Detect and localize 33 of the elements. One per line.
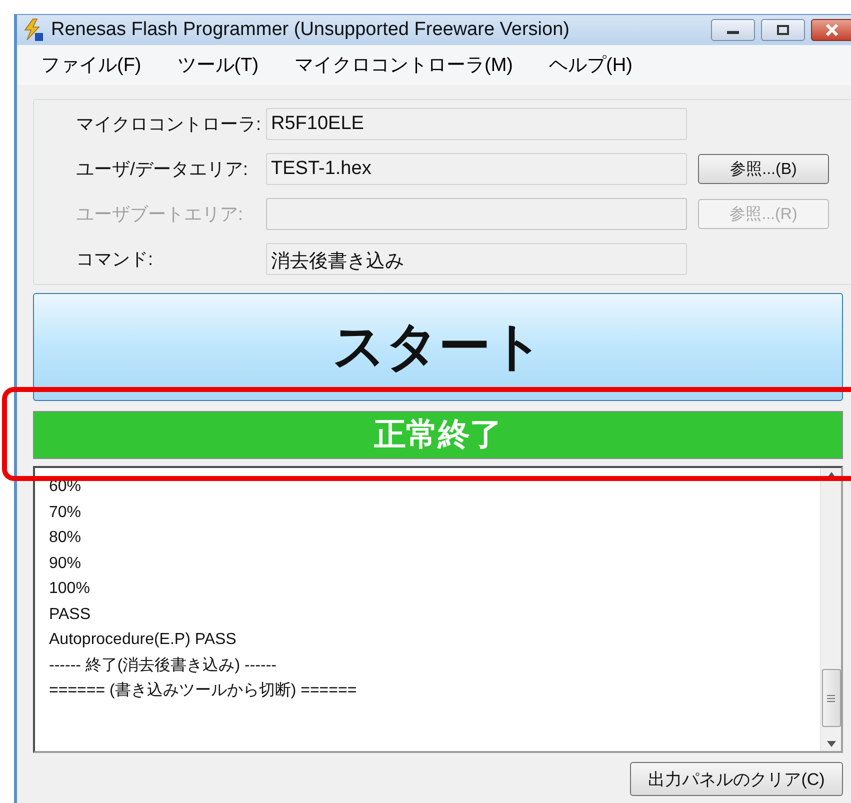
text-field[interactable]: R5F10ELE — [266, 108, 687, 140]
log-line: Autoprocedure(E.P) PASS — [49, 630, 238, 650]
menu-item[interactable]: ファイル(F) — [39, 50, 144, 80]
log-line: ------ 終了(消去後書き込み) ------ — [49, 656, 278, 676]
log-line: 90% — [49, 554, 82, 574]
maximize-button[interactable] — [761, 19, 805, 41]
text-field[interactable]: 消去後書き込み — [266, 243, 687, 275]
log-line: PASS — [49, 604, 92, 624]
text-field[interactable]: TEST-1.hex — [266, 153, 687, 185]
scrollbar[interactable] — [820, 468, 841, 751]
clear-output-button[interactable]: 出力パネルのクリア(C) — [630, 762, 843, 796]
grip-icon — [827, 694, 835, 702]
start-button[interactable]: スタート — [33, 293, 843, 401]
menu-item[interactable]: マイクロコントローラ(M) — [292, 50, 516, 80]
field-label: マイクロコントローラ: — [76, 113, 262, 136]
scroll-thumb[interactable] — [822, 669, 840, 727]
log-line: 100% — [49, 579, 91, 599]
menu-item[interactable]: ツール(T) — [175, 50, 261, 80]
log-line: ====== (書き込みツールから切断) ====== — [49, 680, 358, 701]
log-line: 80% — [49, 528, 82, 548]
maximize-icon — [776, 24, 790, 36]
window-title: Renesas Flash Programmer (Unsupported Freeware Version) — [51, 19, 570, 41]
close-icon — [824, 24, 838, 36]
field-label: コマンド: — [76, 248, 154, 271]
browse-button[interactable]: 参照...(B) — [698, 154, 829, 184]
log-line: 70% — [49, 502, 82, 522]
field-label: ユーザブートエリア: — [76, 203, 244, 226]
close-button[interactable] — [811, 19, 851, 41]
scroll-down-icon[interactable] — [826, 741, 836, 747]
status-bar: 正常終了 — [33, 411, 843, 459]
minimize-button[interactable] — [711, 19, 755, 41]
field-label: ユーザ/データエリア: — [76, 158, 250, 181]
menu-item[interactable]: ヘルプ(H) — [547, 50, 634, 80]
